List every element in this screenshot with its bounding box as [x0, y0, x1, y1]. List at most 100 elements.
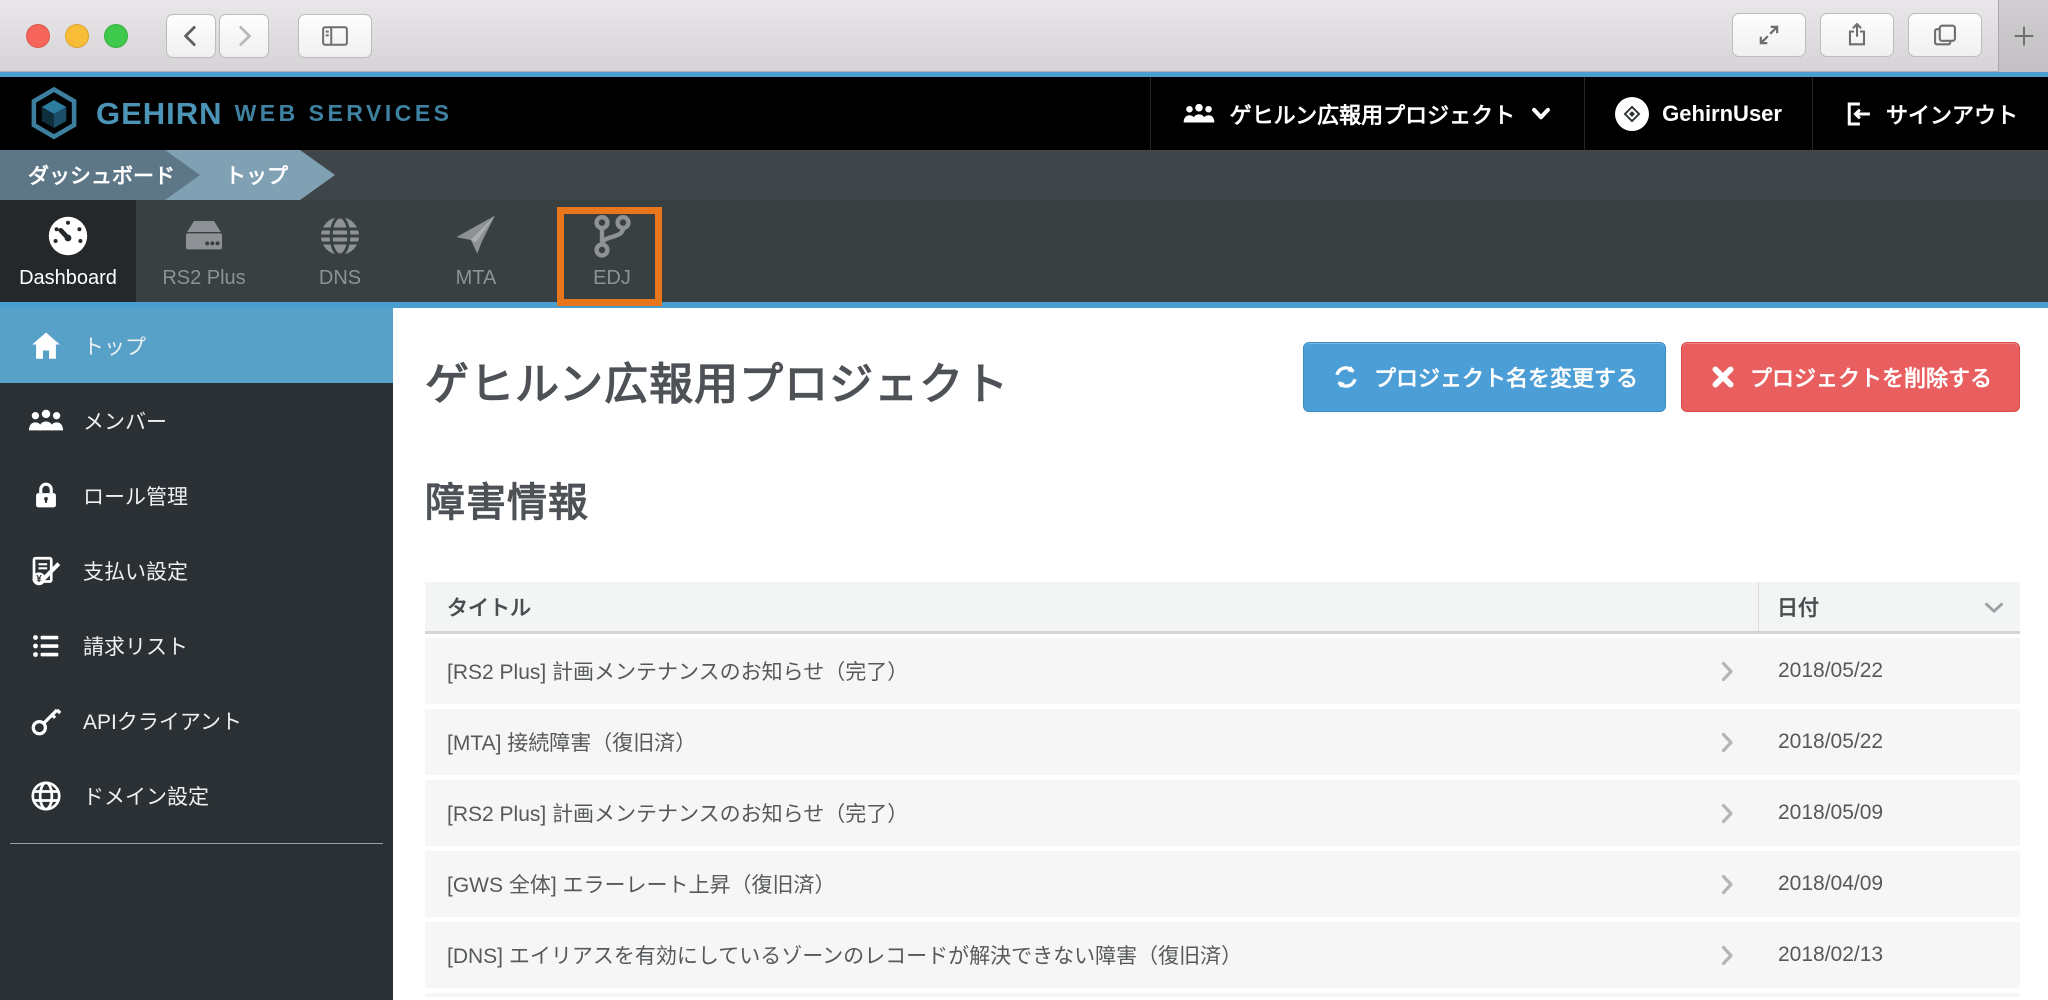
- sidebar-item-label: トップ: [83, 331, 146, 361]
- edj-highlight-box: [557, 207, 662, 306]
- plus-icon: [2010, 22, 2038, 50]
- paper-plane-icon: [451, 212, 501, 260]
- globe-icon: [316, 212, 364, 260]
- breadcrumb-label: ダッシュボード: [28, 160, 175, 190]
- forward-button[interactable]: [219, 14, 269, 58]
- nav-item-label: Dashboard: [19, 267, 117, 290]
- incident-title: [RS2 Plus] 計画メンテナンスのお知らせ（完了）: [425, 798, 1695, 828]
- site-header: GEHIRN WEB SERVICES ゲヒルン広報用プロジェクト Gehirn…: [0, 72, 2048, 150]
- sidebar-toggle-button[interactable]: [298, 14, 372, 58]
- browser-chrome: [0, 0, 2048, 72]
- logo-text-primary: GEHIRN: [96, 96, 223, 132]
- incident-date: 2018/05/22: [1758, 730, 2020, 754]
- share-button[interactable]: [1820, 13, 1894, 57]
- sidebar-item-members[interactable]: メンバー: [0, 383, 393, 458]
- expand-icon: [1755, 21, 1783, 49]
- signout-icon: [1843, 99, 1873, 129]
- payment-icon: ¥: [26, 553, 66, 589]
- sidebar-item-domains[interactable]: ドメイン設定: [0, 758, 393, 833]
- rename-project-button[interactable]: プロジェクト名を変更する: [1303, 342, 1666, 412]
- zoom-window-button[interactable]: [104, 24, 128, 48]
- close-window-button[interactable]: [26, 24, 50, 48]
- window-controls: [26, 24, 128, 48]
- table-row[interactable]: [MTA] 接続障害（復旧済） 2018/05/22: [425, 709, 2020, 775]
- list-icon: [26, 629, 66, 663]
- incident-date: 2018/02/13: [1758, 943, 2020, 967]
- incident-title: [RS2 Plus] 計画メンテナンスのお知らせ（完了）: [425, 656, 1695, 686]
- table-row-partial: [425, 993, 2020, 997]
- gehirn-logo[interactable]: GEHIRN WEB SERVICES: [0, 77, 453, 150]
- table-row[interactable]: [RS2 Plus] 計画メンテナンスのお知らせ（完了） 2018/05/09: [425, 780, 2020, 846]
- incident-title: [MTA] 接続障害（復旧済）: [425, 727, 1695, 757]
- tabs-icon: [1931, 21, 1959, 49]
- new-tab-button[interactable]: [1998, 0, 2048, 72]
- project-selector-label: ゲヒルン広報用プロジェクト: [1230, 98, 1516, 130]
- gehirn-hexagon-icon: [26, 86, 82, 142]
- globe-outline-icon: [26, 778, 66, 814]
- section-title-incidents: 障害情報: [425, 470, 589, 528]
- sidebar-item-label: 請求リスト: [83, 631, 188, 661]
- signout-button[interactable]: サインアウト: [1812, 77, 2048, 150]
- table-row[interactable]: [DNS] エイリアスを有効にしているゾーンのレコードが解決できない障害（復旧済…: [425, 922, 2020, 988]
- lock-icon: [26, 478, 66, 514]
- chevron-down-icon: [1528, 103, 1554, 125]
- nav-item-dashboard[interactable]: Dashboard: [0, 200, 136, 302]
- sort-chevron-down-icon[interactable]: [1980, 595, 2008, 621]
- sidebar-item-api-clients[interactable]: APIクライアント: [0, 683, 393, 758]
- logo-text-secondary: WEB SERVICES: [235, 100, 453, 127]
- nav-item-mta[interactable]: MTA: [408, 200, 544, 302]
- svg-text:¥: ¥: [36, 574, 42, 585]
- username-label: GehirnUser: [1662, 101, 1782, 127]
- user-menu[interactable]: GehirnUser: [1584, 77, 1812, 150]
- delete-project-button[interactable]: プロジェクトを削除する: [1681, 342, 2020, 412]
- sidebar-item-invoices[interactable]: 請求リスト: [0, 608, 393, 683]
- column-header-date[interactable]: 日付: [1758, 582, 2020, 631]
- chevron-right-icon: [1695, 729, 1758, 755]
- incident-title: [DNS] エイリアスを有効にしているゾーンのレコードが解決できない障害（復旧済…: [425, 940, 1695, 970]
- key-icon: [26, 704, 66, 738]
- x-icon: [1709, 363, 1737, 391]
- sidebar-item-label: メンバー: [83, 406, 167, 436]
- breadcrumb-item-dashboard[interactable]: ダッシュボード: [0, 150, 200, 200]
- chevron-right-icon: [1695, 871, 1758, 897]
- nav-item-label: DNS: [319, 267, 361, 290]
- gauge-icon: [44, 212, 92, 260]
- incident-date: 2018/04/09: [1758, 872, 2020, 896]
- users-group-icon: [1181, 101, 1217, 127]
- sidebar-item-payment[interactable]: ¥ 支払い設定: [0, 533, 393, 608]
- incidents-table-header: タイトル 日付: [425, 582, 2020, 634]
- sidebar-item-roles[interactable]: ロール管理: [0, 458, 393, 533]
- fullscreen-button[interactable]: [1732, 13, 1806, 57]
- column-header-title: タイトル: [425, 582, 1758, 631]
- minimize-window-button[interactable]: [65, 24, 89, 48]
- sidebar-divider: [10, 843, 383, 844]
- chevron-right-icon: [1695, 942, 1758, 968]
- sidebar-item-label: APIクライアント: [83, 706, 242, 736]
- project-sidebar: トップ メンバー ロール管理 ¥ 支払い設定 請求リスト APIクライアント ド…: [0, 308, 393, 1000]
- home-icon: [26, 328, 66, 364]
- refresh-icon: [1331, 362, 1361, 392]
- table-row[interactable]: [GWS 全体] エラーレート上昇（復旧済） 2018/04/09: [425, 851, 2020, 917]
- incident-date: 2018/05/09: [1758, 801, 2020, 825]
- incident-date: 2018/05/22: [1758, 659, 2020, 683]
- incidents-table: タイトル 日付 [RS2 Plus] 計画メンテナンスのお知らせ（完了） 201…: [425, 582, 2020, 997]
- sidebar-toggle-icon: [320, 21, 350, 51]
- incident-title: [GWS 全体] エラーレート上昇（復旧済）: [425, 869, 1695, 899]
- delete-project-label: プロジェクトを削除する: [1750, 361, 1992, 393]
- signout-label: サインアウト: [1886, 98, 2018, 130]
- sidebar-item-label: ロール管理: [83, 481, 188, 511]
- sidebar-item-label: 支払い設定: [83, 556, 188, 586]
- nav-item-dns[interactable]: DNS: [272, 200, 408, 302]
- table-row[interactable]: [RS2 Plus] 計画メンテナンスのお知らせ（完了） 2018/05/22: [425, 638, 2020, 704]
- sidebar-item-top[interactable]: トップ: [0, 308, 393, 383]
- sidebar-item-label: ドメイン設定: [83, 781, 209, 811]
- nav-item-rs2-plus[interactable]: RS2 Plus: [136, 200, 272, 302]
- back-button[interactable]: [166, 14, 216, 58]
- main-content: ゲヒルン広報用プロジェクト プロジェクト名を変更する プロジェクトを削除する 障…: [393, 308, 2048, 1000]
- project-selector[interactable]: ゲヒルン広報用プロジェクト: [1150, 77, 1585, 150]
- chevron-right-icon: [1695, 658, 1758, 684]
- tabs-overview-button[interactable]: [1908, 13, 1982, 57]
- nav-item-label: RS2 Plus: [162, 267, 245, 290]
- server-icon: [179, 212, 229, 260]
- chevron-right-icon: [231, 23, 257, 49]
